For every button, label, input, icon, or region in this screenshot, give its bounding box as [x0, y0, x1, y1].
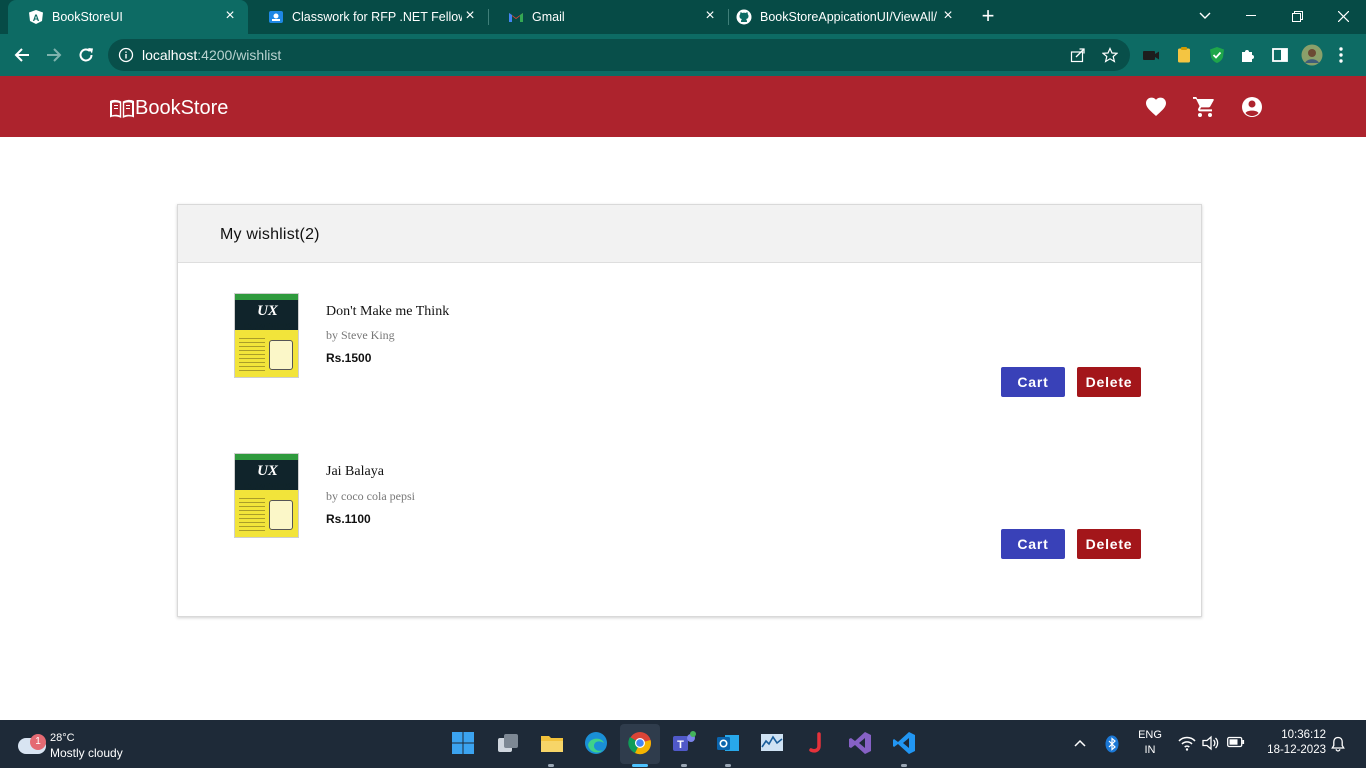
jetbrains-icon[interactable] — [803, 730, 829, 756]
gmail-icon — [508, 9, 524, 25]
angular-icon: A — [28, 9, 44, 25]
tab-github[interactable]: BookStoreAppicationUI/ViewAll/ × — [716, 0, 966, 34]
new-tab-button[interactable]: + — [976, 4, 1000, 28]
wifi-icon[interactable] — [1178, 735, 1196, 753]
cover-sketch — [269, 340, 293, 370]
clock[interactable]: 10:36:12 18-12-2023 — [1256, 729, 1326, 761]
delete-button[interactable]: Delete — [1077, 529, 1141, 559]
book-author: by coco cola pepsi — [326, 489, 415, 503]
tab-title: BookStoreAppicationUI/ViewAll/ — [760, 10, 937, 24]
weather-widget[interactable]: 1 28°C Mostly cloudy — [14, 728, 154, 762]
app-header: BookStore — [0, 76, 1366, 137]
language-indicator[interactable]: ENG IN — [1132, 729, 1168, 761]
svg-text:A: A — [33, 13, 40, 23]
book-title[interactable]: Don't Make me Think — [326, 304, 449, 320]
task-view-icon[interactable] — [495, 730, 521, 756]
start-windows-icon[interactable] — [450, 730, 476, 756]
book-cover[interactable]: UX DUMMIES — [234, 453, 299, 538]
extension-shield-icon[interactable] — [1208, 46, 1226, 64]
delete-button[interactable]: Delete — [1077, 367, 1141, 397]
wishlist-header: My wishlist(2) — [178, 205, 1201, 263]
weather-temp: 28°C — [50, 732, 75, 744]
wishlist-heading: My wishlist(2) — [220, 226, 320, 243]
weather-desc: Mostly cloudy — [50, 746, 123, 760]
vscode-icon[interactable] — [891, 730, 917, 756]
language-code: ENG — [1138, 729, 1162, 741]
browser-tab-strip: A BookStoreUI × Classwork for RFP .NET F… — [0, 0, 1366, 34]
address-bar[interactable]: localhost:4200/wishlist — [108, 39, 1130, 71]
resource-monitor-icon[interactable] — [759, 730, 785, 756]
chrome-icon[interactable] — [627, 730, 653, 756]
site-info-icon[interactable] — [118, 47, 134, 68]
share-icon[interactable] — [1070, 47, 1086, 63]
notification-badge: 1 — [30, 734, 46, 750]
classroom-icon — [268, 9, 284, 25]
restore-button[interactable] — [1274, 0, 1320, 32]
wishlist-card: My wishlist(2) UX DUMMIES Don't Make me … — [177, 204, 1202, 617]
book-icon — [109, 98, 135, 120]
extension-camera-icon[interactable] — [1142, 46, 1160, 64]
cover-subtitle: DUMMIES — [243, 322, 292, 333]
volume-icon[interactable] — [1202, 735, 1220, 753]
outlook-icon[interactable] — [715, 730, 741, 756]
tab-classwork[interactable]: Classwork for RFP .NET Fellowsh × — [248, 0, 488, 34]
close-tab-icon[interactable]: × — [222, 8, 238, 24]
tab-title: Gmail — [532, 10, 565, 24]
bookmark-star-icon[interactable] — [1101, 47, 1119, 63]
forward-button[interactable] — [42, 43, 66, 67]
tab-title: BookStoreUI — [52, 10, 123, 24]
url-text[interactable]: localhost:4200/wishlist — [142, 47, 281, 63]
book-title[interactable]: Jai Balaya — [326, 464, 384, 480]
reload-button[interactable] — [74, 43, 98, 67]
minimize-button[interactable] — [1228, 0, 1274, 32]
browser-menu-icon[interactable] — [1334, 46, 1348, 64]
account-icon[interactable] — [1240, 95, 1264, 119]
extension-clipboard-icon[interactable] — [1175, 46, 1193, 64]
close-window-button[interactable] — [1320, 0, 1366, 32]
cover-sketch — [269, 500, 293, 530]
tab-gmail[interactable]: Gmail × — [488, 0, 728, 34]
book-cover[interactable]: UX DUMMIES — [234, 293, 299, 378]
url-path: :4200/wishlist — [197, 47, 282, 63]
browser-toolbar: localhost:4200/wishlist — [0, 34, 1366, 76]
svg-text:T: T — [677, 739, 684, 751]
brand-name: BookStore — [135, 97, 229, 119]
heart-icon[interactable] — [1144, 95, 1168, 119]
cart-button[interactable]: Cart — [1001, 529, 1065, 559]
language-region: IN — [1144, 744, 1156, 756]
close-tab-icon[interactable]: × — [462, 8, 478, 24]
tab-search-chevron-icon[interactable] — [1182, 0, 1228, 32]
cover-title: UX — [257, 303, 278, 319]
url-host: localhost — [142, 47, 198, 63]
close-tab-icon[interactable]: × — [940, 8, 956, 24]
back-button[interactable] — [10, 43, 34, 67]
tab-title: Classwork for RFP .NET Fellowsh — [292, 10, 462, 24]
taskbar: 1 28°C Mostly cloudy T ENG IN 10:36:12 1… — [0, 720, 1366, 768]
tab-bookstoreui[interactable]: A BookStoreUI × — [8, 0, 248, 34]
cart-button[interactable]: Cart — [1001, 367, 1065, 397]
profile-avatar[interactable] — [1301, 44, 1323, 66]
show-hidden-icons-chevron-icon[interactable] — [1072, 736, 1088, 752]
wishlist-item: UX DUMMIES Don't Make me Think by Steve … — [178, 293, 1201, 403]
file-explorer-icon[interactable] — [539, 730, 565, 756]
teams-icon[interactable]: T — [671, 730, 697, 756]
clock-time: 10:36:12 — [1281, 729, 1326, 741]
cover-title: UX — [257, 463, 278, 479]
extensions-puzzle-icon[interactable] — [1239, 46, 1257, 64]
visual-studio-icon[interactable] — [847, 730, 873, 756]
edge-icon[interactable] — [583, 730, 609, 756]
book-price: Rs.1500 — [326, 351, 372, 365]
cart-icon[interactable] — [1192, 95, 1216, 119]
side-panel-icon[interactable] — [1271, 46, 1289, 64]
bluetooth-icon[interactable] — [1104, 735, 1120, 753]
book-price: Rs.1100 — [326, 512, 371, 526]
brand-logo[interactable]: BookStore — [109, 97, 228, 120]
notification-bell-icon[interactable] — [1330, 736, 1346, 752]
cover-subtitle: DUMMIES — [243, 482, 292, 493]
clock-date: 18-12-2023 — [1267, 744, 1326, 756]
github-icon — [736, 9, 752, 25]
book-author: by Steve King — [326, 328, 395, 342]
battery-icon[interactable] — [1227, 736, 1245, 752]
wishlist-item: UX DUMMIES Jai Balaya by coco cola pepsi… — [178, 453, 1201, 563]
